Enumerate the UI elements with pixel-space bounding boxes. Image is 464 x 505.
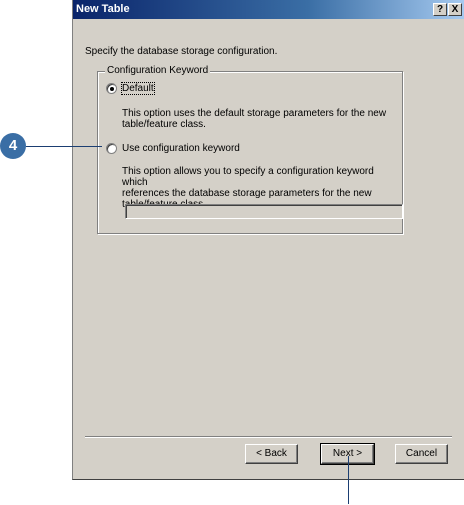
dialog-title: New Table xyxy=(76,3,130,15)
description-line: references the database storage paramete… xyxy=(122,188,372,199)
radio-selected-dot xyxy=(110,87,114,91)
step-callout-line xyxy=(26,146,102,147)
intro-text: Specify the database storage configurati… xyxy=(85,46,278,57)
use-keyword-option-label[interactable]: Use configuration keyword xyxy=(122,143,240,154)
configuration-keyword-field[interactable] xyxy=(125,204,403,219)
group-label: Configuration Keyword xyxy=(105,65,211,76)
back-button[interactable]: < Back xyxy=(245,444,298,464)
close-button[interactable]: X xyxy=(448,3,462,16)
description-line: This option allows you to specify a conf… xyxy=(122,166,374,188)
use-keyword-radio[interactable] xyxy=(106,143,117,154)
step-number-badge: 4 xyxy=(0,133,26,159)
cancel-button[interactable]: Cancel xyxy=(395,444,448,464)
button-separator xyxy=(85,436,452,438)
default-option-description: This option uses the default storage par… xyxy=(122,108,386,130)
title-bar[interactable]: New Table ? X xyxy=(73,0,464,19)
new-table-dialog: New Table ? X Specify the database stora… xyxy=(72,0,464,480)
default-radio[interactable] xyxy=(106,83,117,94)
next-button-callout-line xyxy=(348,456,349,504)
configuration-keyword-group: Configuration Keyword Default This optio… xyxy=(97,65,403,234)
description-line: This option uses the default storage par… xyxy=(122,108,387,119)
description-line: table/feature class. xyxy=(122,119,206,130)
help-button[interactable]: ? xyxy=(433,3,447,16)
default-option-label[interactable]: Default xyxy=(121,82,155,95)
